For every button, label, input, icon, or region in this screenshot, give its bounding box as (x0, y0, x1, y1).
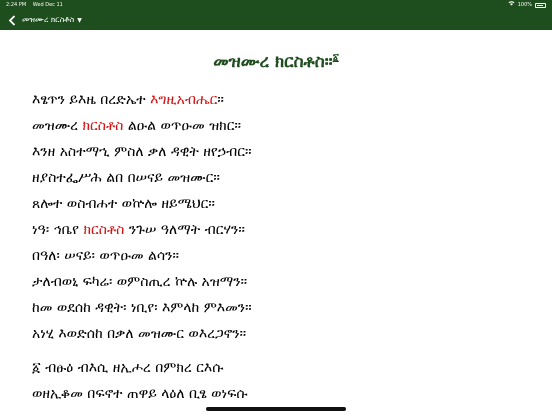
verse-text: መዝሙረ (32, 118, 83, 134)
highlighted-name: ክርስቶስ (82, 118, 124, 134)
verse-line: ፩ ብፁዕ ብእሲ ዘኢሖረ በምክረ ርእሱ (32, 360, 252, 386)
chevron-left-icon (8, 14, 16, 26)
back-button[interactable] (2, 10, 22, 30)
status-right: 100% (508, 0, 546, 10)
highlighted-name: ክርስቶስ (83, 222, 125, 238)
verse-line: እፄጥን ይእዜ በረድኤተ እግዚአብሔር። (32, 92, 252, 118)
nav-title-text: መዝሙረ ክርስቶስ (22, 15, 75, 24)
highlighted-name: እግዚአብሔር (150, 92, 218, 108)
app-header: 2:24 PM Wed Dec 11 100% መዝሙረ ክርስቶስ ▼ (0, 0, 552, 30)
status-date: Wed Dec 11 (32, 2, 63, 8)
status-time: 2:24 PM (6, 2, 27, 8)
verse-text: ዘያስተፌሥሕ ልበ በሠናይ መዝሙር። (32, 170, 220, 186)
psalm-title-text: መዝሙረ ክርስቶስ። (213, 52, 333, 72)
psalm-title: መዝሙረ ክርስቶስ።፩ (0, 52, 552, 72)
verse-line: ዘያስተፌሥሕ ልበ በሠናይ መዝሙር። (32, 170, 252, 196)
verse-text: ። (217, 92, 224, 108)
verse-text: ታለብወኒ ፍካሬ፡ ወምስጢረ ኵሉ አዝማን። (32, 274, 248, 290)
verse-line: በዓለ፡ ሠናይ፡ ወጥዑመ ልሳን። (32, 248, 252, 274)
verse-text: ነዓ፡ ኅቤየ (32, 222, 84, 238)
verse-text: እንዘ አስተማኂ ምስለ ቃለ ዳዊት ዘየኃብር። (32, 144, 252, 160)
verse-line: እንዘ አስተማኂ ምስለ ቃለ ዳዊት ዘየኃብር። (32, 144, 252, 170)
verse-text: አነሂ እወድሰከ በቃለ መዝሙር ወእረጋኖን። (32, 326, 247, 342)
chevron-down-icon: ▼ (77, 16, 82, 24)
verse-line: ታለብወኒ ፍካሬ፡ ወምስጢረ ኵሉ አዝማን። (32, 274, 252, 300)
verse-text: ፩ ብፁዕ ብእሲ ዘኢሖረ በምክረ ርእሱ (32, 360, 224, 376)
verse-list: እፄጥን ይእዜ በረድኤተ እግዚአብሔር። መዝሙረ ክርስቶስ ልዑል ወ… (32, 92, 252, 412)
verse-line: ነዓ፡ ኅቤየ ክርስቶስ ንጉሠ ዓለማት ብርሃን። (32, 222, 252, 248)
psalm-content: መዝሙረ ክርስቶስ።፩ እፄጥን ይእዜ በረድኤተ እግዚአብሔር። መዝሙ… (0, 30, 552, 414)
verse-text: በዓለ፡ ሠናይ፡ ወጥዑመ ልሳን። (32, 248, 179, 264)
wifi-icon (508, 0, 515, 10)
battery-percent: 100% (517, 2, 532, 8)
verse-text: ልዑል ወጥዑመ ዝክር። (123, 118, 241, 134)
verse-text: ጸሎተ ወስብሐተ ወኵሎ ዘይሜህር። (32, 196, 215, 212)
battery-icon (535, 2, 546, 8)
verse-text: ወዘኢቆመ በፍኖተ ጠዋይ ላዕለ ቢፄ ወነፍሱ (32, 386, 248, 402)
verse-text: ከመ ወደሰከ ዳዊት፡ ነቢየ፡ እምላከ ምእመን። (32, 300, 252, 316)
nav-bar: መዝሙረ ክርስቶስ ▼ (0, 10, 552, 30)
verse-text: እፄጥን ይእዜ በረድኤተ (32, 92, 151, 108)
verse-line: ከመ ወደሰከ ዳዊት፡ ነቢየ፡ እምላከ ምእመን። (32, 300, 252, 326)
verse-line: መዝሙረ ክርስቶስ ልዑል ወጥዑመ ዝክር። (32, 118, 252, 144)
footnote-link[interactable]: ፩ (333, 52, 339, 63)
verse-line: ጸሎተ ወስብሐተ ወኵሎ ዘይሜህር። (32, 196, 252, 222)
verse-text: ንጉሠ ዓለማት ብርሃን። (124, 222, 245, 238)
status-left: 2:24 PM Wed Dec 11 (6, 0, 68, 10)
psalm-selector[interactable]: መዝሙረ ክርስቶስ ▼ (22, 15, 82, 25)
verse-line: አነሂ እወድሰከ በቃለ መዝሙር ወእረጋኖን። (32, 326, 252, 352)
status-bar: 2:24 PM Wed Dec 11 100% (0, 0, 552, 10)
home-indicator[interactable] (206, 407, 346, 411)
